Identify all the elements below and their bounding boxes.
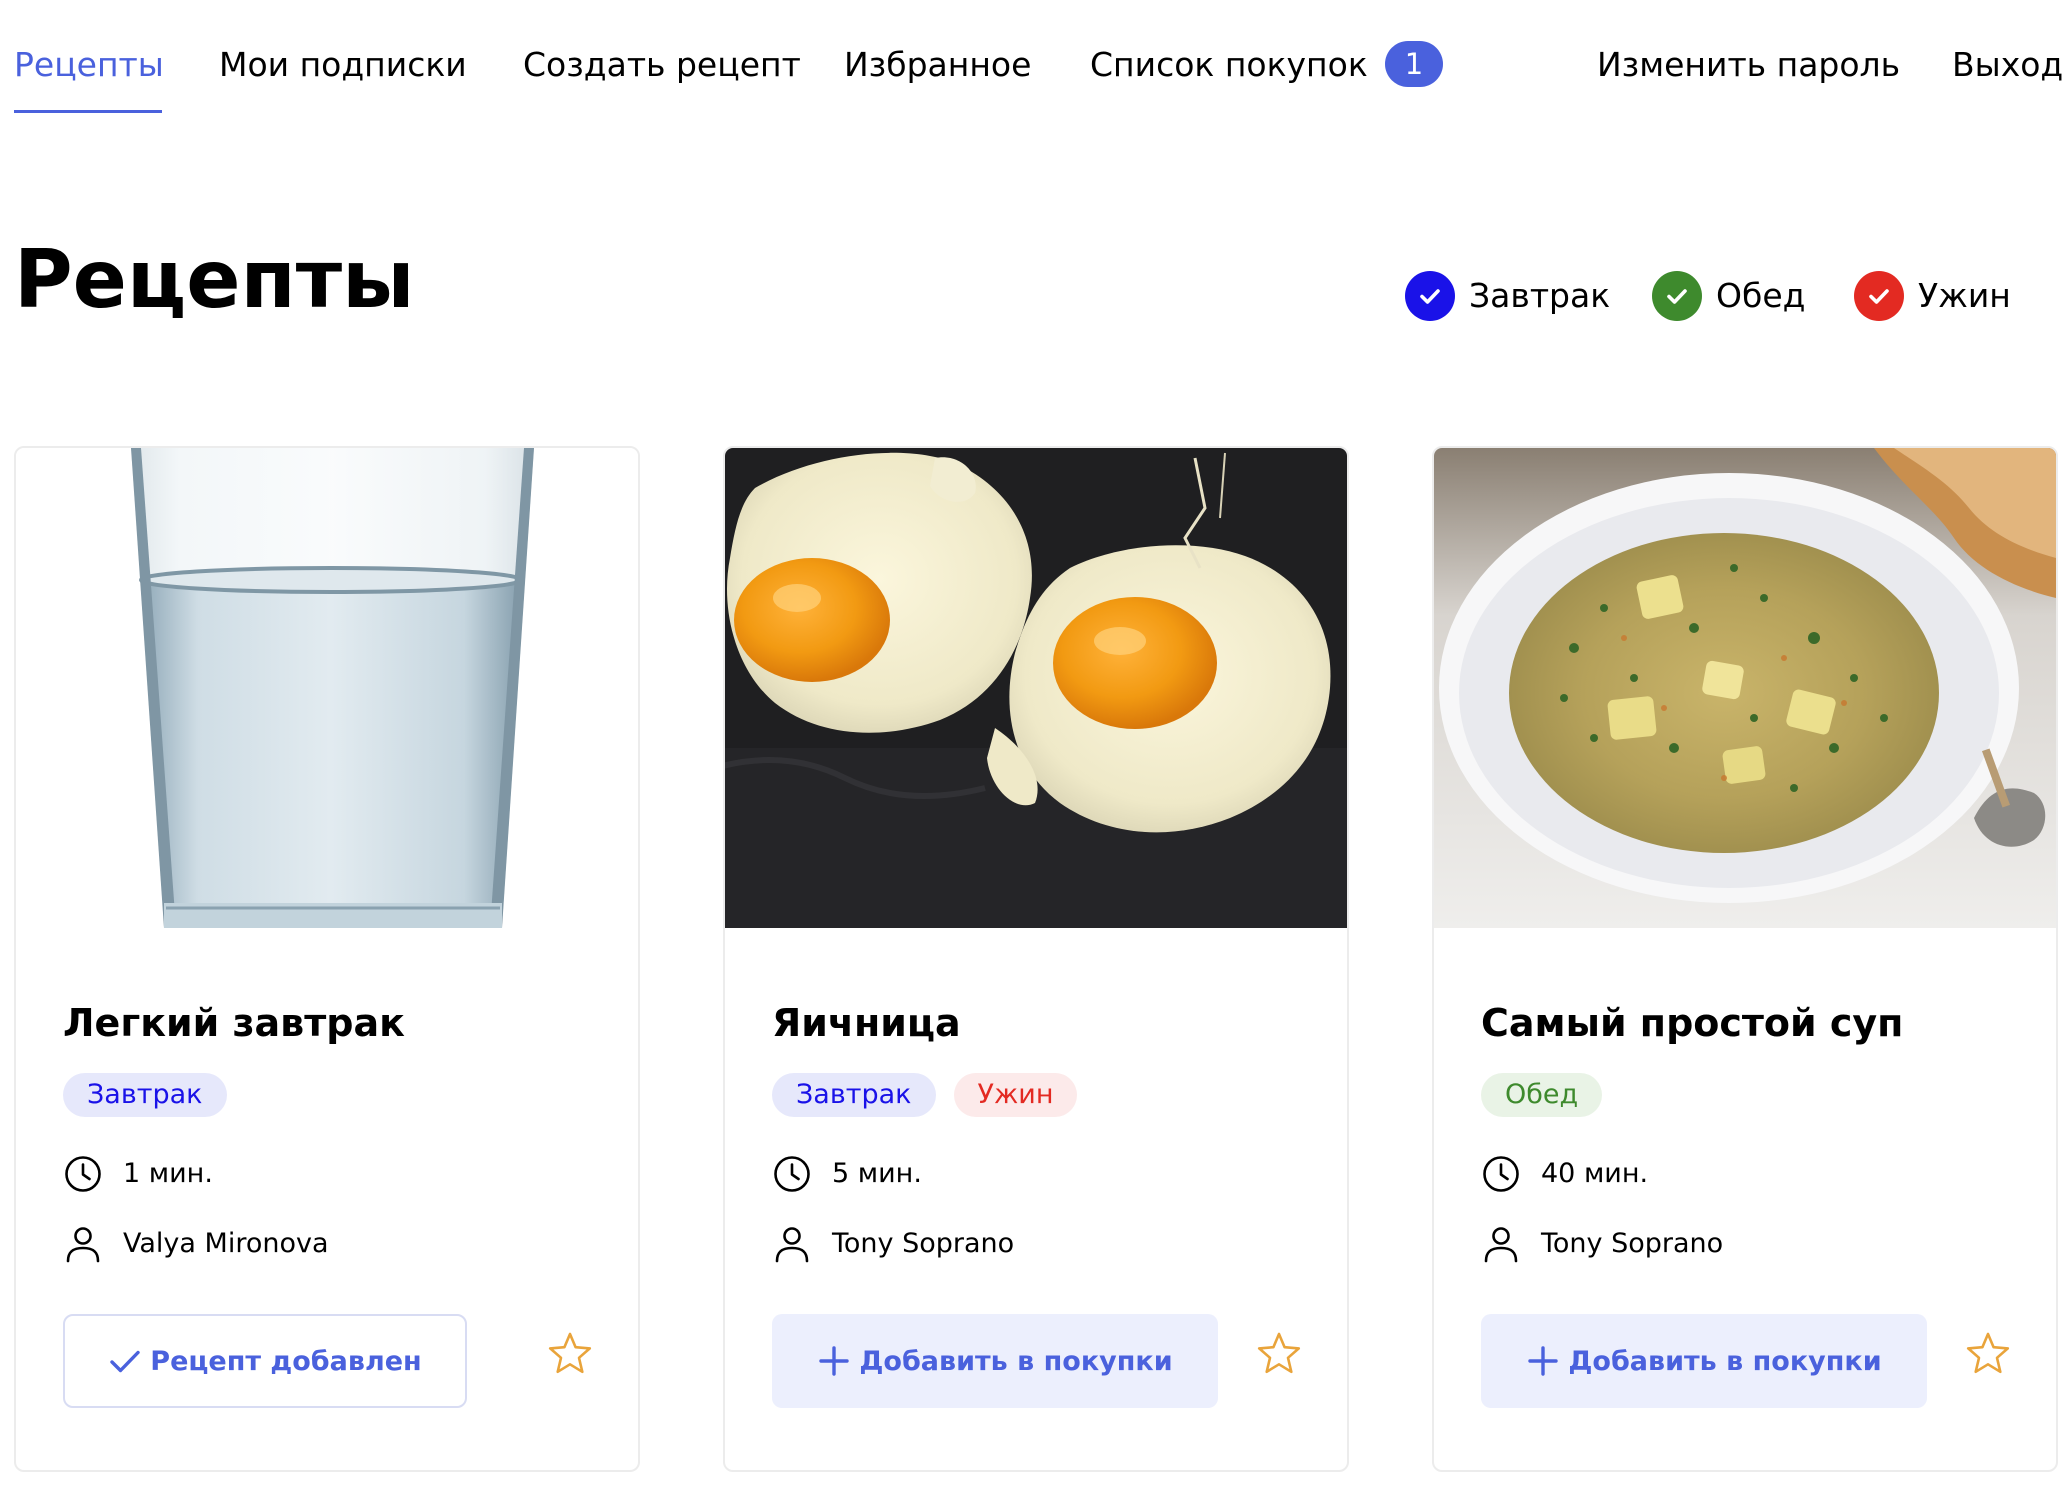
shopping-list-count-badge: 1 xyxy=(1385,41,1443,87)
tag-lunch: Обед xyxy=(1481,1073,1603,1117)
nav-logout[interactable]: Выход xyxy=(1952,40,2063,90)
check-icon xyxy=(1652,271,1702,321)
author-name[interactable]: Tony Soprano xyxy=(832,1224,1014,1264)
clock-icon xyxy=(1483,1156,1519,1192)
nav-recipes[interactable]: Рецепты xyxy=(14,40,164,90)
recipe-image-fried-eggs[interactable] xyxy=(725,448,1347,928)
recipe-image-soup-bowl[interactable] xyxy=(1434,448,2056,928)
cooking-time-value: 1 мин. xyxy=(123,1158,213,1189)
recipe-added-button-label: Рецепт добавлен xyxy=(150,1345,422,1377)
nav-favorites[interactable]: Избранное xyxy=(844,40,1031,90)
nav-change-password[interactable]: Изменить пароль xyxy=(1597,40,1900,90)
add-to-shopping-list-label: Добавить в покупки xyxy=(1568,1345,1882,1377)
plus-icon xyxy=(1528,1346,1559,1376)
recipe-author: Tony Soprano xyxy=(1481,1224,1723,1264)
recipe-title[interactable]: Легкий завтрак xyxy=(63,998,405,1048)
recipe-card: Яичница Завтрак Ужин 5 мин. Tony Soprano… xyxy=(723,446,1349,1472)
author-name[interactable]: Tony Soprano xyxy=(1541,1224,1723,1264)
recipe-author: Valya Mironova xyxy=(63,1224,329,1264)
nav-subscriptions[interactable]: Мои подписки xyxy=(219,40,467,90)
recipe-tags: Завтрак xyxy=(63,1073,227,1117)
filter-dinner-label: Ужин xyxy=(1918,276,2011,315)
add-to-shopping-list-button[interactable]: Добавить в покупки xyxy=(1481,1314,1927,1408)
add-to-shopping-list-label: Добавить в покупки xyxy=(859,1345,1173,1377)
filter-breakfast[interactable]: Завтрак xyxy=(1405,270,1610,322)
filter-lunch-label: Обед xyxy=(1716,276,1806,315)
star-icon[interactable] xyxy=(1964,1330,2012,1378)
cooking-time: 5 мин. xyxy=(772,1154,922,1194)
clock-icon xyxy=(65,1156,101,1192)
recipe-added-button[interactable]: Рецепт добавлен xyxy=(63,1314,467,1408)
cooking-time-value: 40 мин. xyxy=(1541,1158,1649,1189)
add-to-shopping-list-button[interactable]: Добавить в покупки xyxy=(772,1314,1218,1408)
recipe-card: Самый простой суп Обед 40 мин. Tony Sopr… xyxy=(1432,446,2058,1472)
recipe-image-glass-of-water[interactable] xyxy=(16,448,638,928)
user-icon xyxy=(1484,1227,1518,1263)
tag-breakfast: Завтрак xyxy=(772,1073,936,1117)
check-icon xyxy=(1405,271,1455,321)
cooking-time: 40 мин. xyxy=(1481,1154,1648,1194)
nav-shopping-list[interactable]: Список покупок xyxy=(1090,40,1368,90)
clock-icon xyxy=(774,1156,810,1192)
star-icon[interactable] xyxy=(546,1330,594,1378)
filter-breakfast-label: Завтрак xyxy=(1469,276,1611,315)
check-icon xyxy=(1854,271,1904,321)
top-nav: Рецепты Мои подписки Создать рецепт Избр… xyxy=(0,0,2072,130)
user-icon xyxy=(775,1227,809,1263)
recipe-author: Tony Soprano xyxy=(772,1224,1014,1264)
author-name[interactable]: Valya Mironova xyxy=(123,1224,329,1264)
active-tab-underline xyxy=(14,110,162,113)
tag-dinner: Ужин xyxy=(953,1073,1078,1117)
user-icon xyxy=(66,1227,100,1263)
tag-breakfast: Завтрак xyxy=(63,1073,227,1117)
check-icon xyxy=(110,1350,140,1373)
recipe-title[interactable]: Яичница xyxy=(772,998,961,1048)
recipe-tags: Завтрак Ужин xyxy=(772,1073,1078,1117)
filter-dinner[interactable]: Ужин xyxy=(1854,270,2011,322)
recipe-title[interactable]: Самый простой суп xyxy=(1481,998,1903,1048)
star-icon[interactable] xyxy=(1255,1330,1303,1378)
filter-lunch[interactable]: Обед xyxy=(1652,270,1805,322)
plus-icon xyxy=(819,1346,850,1376)
page-title: Рецепты xyxy=(14,233,415,326)
recipe-card: Легкий завтрак Завтрак 1 мин. Valya Miro… xyxy=(14,446,640,1472)
recipe-tags: Обед xyxy=(1481,1073,1603,1117)
nav-create-recipe[interactable]: Создать рецепт xyxy=(523,40,801,90)
cooking-time-value: 5 мин. xyxy=(832,1158,922,1189)
cooking-time: 1 мин. xyxy=(63,1154,213,1194)
